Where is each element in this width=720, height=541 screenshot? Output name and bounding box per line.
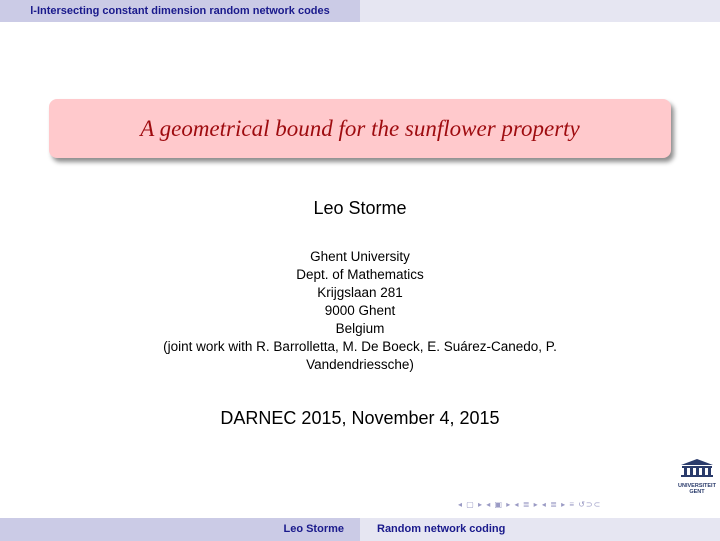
slide-author: Leo Storme (313, 198, 407, 218)
headline-section-title[interactable]: l-Intersecting constant dimension random… (0, 0, 360, 22)
logo-text-line2: GENT (689, 489, 705, 495)
affiliation-line: Dept. of Mathematics (296, 267, 424, 282)
affiliation-line: (joint work with R. Barrolletta, M. De B… (163, 339, 557, 354)
beamer-navigation-symbols[interactable]: ◂ ▢ ▸ ◂ ▣ ▸ ◂ ≣ ▸ ◂ ≣ ▸ ≡ ↺⊃⊂ (458, 500, 601, 509)
headline-bar: l-Intersecting constant dimension random… (0, 0, 720, 22)
building-icon (681, 459, 713, 477)
affiliation-line: Krijgslaan 281 (317, 285, 403, 300)
affiliation-line: Belgium (335, 321, 385, 336)
slide-title-box: A geometrical bound for the sunflower pr… (49, 99, 671, 158)
affiliation-line: 9000 Ghent (324, 303, 396, 318)
affiliation-block: Ghent University Dept. of Mathematics Kr… (0, 248, 720, 374)
event-date: DARNEC 2015, November 4, 2015 (220, 408, 500, 428)
affiliation-line: Vandendriessche) (306, 357, 414, 372)
slide-title: A geometrical bound for the sunflower pr… (140, 115, 580, 141)
footer-author: Leo Storme (0, 518, 360, 541)
headline-right-panel (360, 0, 720, 22)
university-logo: UNIVERSITEIT GENT (677, 458, 717, 495)
affiliation-line: Ghent University (310, 249, 410, 264)
footline-bar: Leo Storme Random network coding (0, 518, 720, 541)
footer-short-title: Random network coding (360, 518, 720, 541)
